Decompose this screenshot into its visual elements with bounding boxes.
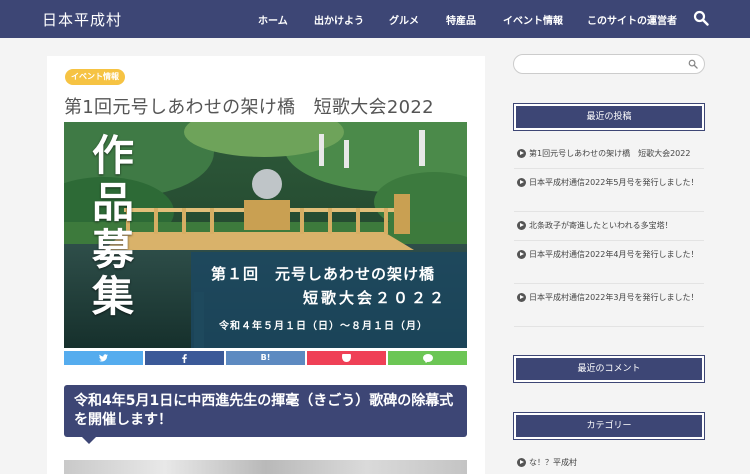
recent-post-link[interactable]: 日本平成村通信2022年5月号を発行しました！ (517, 176, 705, 190)
nav-outing[interactable]: 出かけよう (314, 12, 364, 27)
divider (514, 326, 704, 327)
hero-caption-dates: 令和４年５月１日（日）～８月１日（月） (219, 321, 428, 332)
share-facebook-button[interactable] (145, 351, 224, 365)
divider (514, 283, 704, 284)
hero-caption-line1: 第１回 元号しあわせの架け橋 (211, 265, 436, 283)
nav-home[interactable]: ホーム (258, 12, 288, 27)
arrow-circle-icon (517, 221, 526, 230)
hero-caption-box: 第１回 元号しあわせの架け橋 短歌大会２０２２ 令和４年５月１日（日）～８月１日… (191, 252, 467, 348)
share-line-button[interactable] (388, 351, 467, 365)
share-buttons: B! (64, 351, 467, 365)
category-badge[interactable]: イベント情報 (65, 69, 125, 85)
site-header: 日本平成村 ホーム 出かけよう グルメ 特産品 イベント情報 このサイトの運営者 (0, 0, 750, 38)
section-heading: 令和4年5月1日に中西進先生の揮毫（きごう）歌碑の除幕式を開催します！ (64, 385, 467, 444)
nav-operator[interactable]: このサイトの運営者 (587, 12, 677, 27)
recent-comments-heading: 最近のコメント (513, 355, 705, 383)
hero-headline-vertical: 作 品 募 集 (91, 131, 134, 321)
divider (514, 168, 704, 169)
arrow-circle-icon (517, 250, 526, 259)
share-pocket-button[interactable] (307, 351, 386, 365)
categories-heading: カテゴリー (513, 412, 705, 440)
arrow-circle-icon (517, 178, 526, 187)
nav-events[interactable]: イベント情報 (503, 12, 563, 27)
site-title[interactable]: 日本平成村 (42, 9, 122, 30)
pocket-icon (342, 354, 351, 362)
recent-post-link[interactable]: 日本平成村通信2022年4月号を発行しました！ (517, 248, 705, 262)
nav-specialties[interactable]: 特産品 (446, 12, 476, 27)
hatena-label: B! (260, 353, 271, 362)
sidebar-search-icon[interactable] (688, 59, 698, 69)
hero-image: 作 品 募 集 第１回 元号しあわせの架け橋 短歌大会２０２２ 令和４年５月１日… (64, 122, 467, 348)
recent-post-link[interactable]: 第1回元号しあわせの架け橋 短歌大会2022 (517, 147, 705, 161)
section-heading-text: 令和4年5月1日に中西進先生の揮毫（きごう）歌碑の除幕式を開催します！ (74, 393, 454, 428)
sidebar-search-input[interactable] (522, 57, 682, 71)
recent-posts-heading: 最近の投稿 (513, 103, 705, 131)
share-hatena-button[interactable]: B! (226, 351, 305, 365)
line-icon (422, 354, 433, 363)
arrow-circle-icon (517, 149, 526, 158)
search-icon[interactable] (693, 10, 709, 26)
divider (514, 240, 704, 241)
facebook-icon (182, 354, 187, 363)
divider (514, 211, 704, 212)
hero-caption-line2: 短歌大会２０２２ (303, 289, 448, 307)
nav-gourmet[interactable]: グルメ (389, 12, 419, 27)
share-twitter-button[interactable] (64, 351, 143, 365)
next-section-image (64, 460, 467, 474)
arrow-circle-icon (517, 458, 526, 467)
arrow-circle-icon (517, 293, 526, 302)
recent-post-link[interactable]: 北条政子が寄進したといわれる多宝塔！ (517, 219, 705, 233)
sidebar-search (513, 54, 705, 74)
category-link[interactable]: な！？平成村 (517, 456, 705, 470)
main-article: イベント情報 第1回元号しあわせの架け橋 短歌大会2022 作 品 募 集 第１… (47, 56, 485, 474)
twitter-icon (99, 354, 108, 362)
post-title: 第1回元号しあわせの架け橋 短歌大会2022 (64, 97, 434, 118)
recent-post-link[interactable]: 日本平成村通信2022年3月号を発行しました！ (517, 291, 705, 305)
